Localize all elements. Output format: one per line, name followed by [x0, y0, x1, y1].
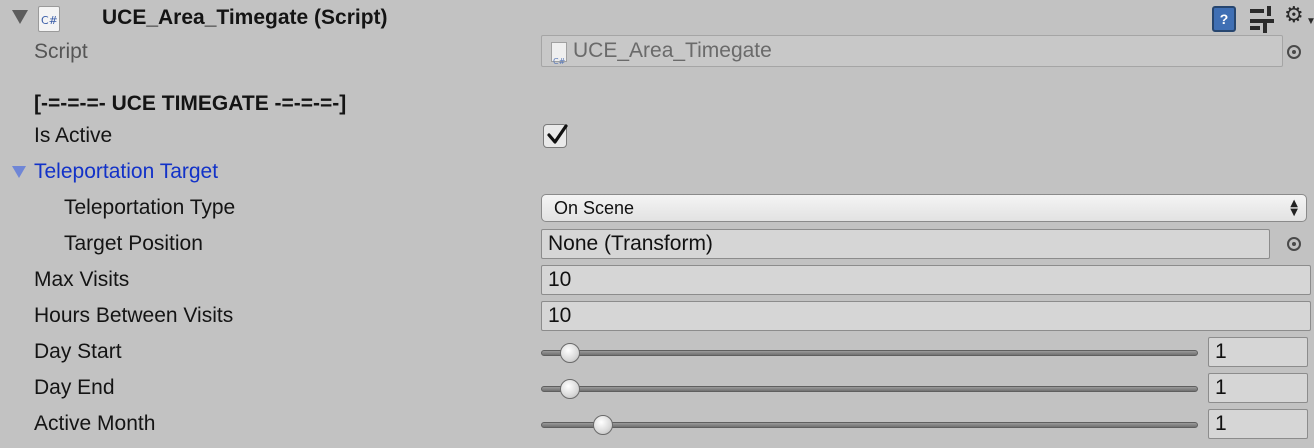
day-end-label: Day End [34, 376, 115, 399]
max-visits-label: Max Visits [34, 268, 130, 291]
day-start-label: Day Start [34, 340, 122, 363]
target-position-label: Target Position [64, 232, 203, 255]
csharp-small-icon-text: C# [553, 57, 566, 66]
teleportation-type-label: Teleportation Type [64, 196, 236, 219]
active-month-slider-track[interactable] [541, 422, 1198, 428]
active-month-field[interactable]: 1 [1208, 409, 1308, 439]
hours-between-visits-label: Hours Between Visits [34, 304, 234, 327]
preset-icon[interactable] [1250, 6, 1274, 33]
csharp-icon-text: C# [41, 14, 58, 27]
teleportation-target-foldout[interactable]: Teleportation Target [34, 160, 218, 184]
script-label: Script [34, 40, 88, 63]
day-start-slider-thumb[interactable] [560, 343, 580, 363]
hours-between-visits-field[interactable]: 10 [541, 301, 1311, 331]
max-visits-field[interactable]: 10 [541, 265, 1311, 295]
teleportation-type-dropdown[interactable]: On Scene ▲ ▼ [541, 194, 1307, 222]
day-end-slider-thumb[interactable] [560, 379, 580, 399]
teleportation-type-value: On Scene [554, 198, 635, 218]
object-picker-icon[interactable] [1287, 45, 1301, 59]
gear-icon[interactable]: ⚙ [1284, 3, 1304, 28]
target-position-field[interactable]: None (Transform) [541, 229, 1270, 259]
dropdown-arrow-icon: ▲ ▼ [1290, 198, 1298, 218]
help-icon[interactable]: ? [1212, 6, 1236, 32]
active-month-slider-thumb[interactable] [593, 415, 613, 435]
active-month-label: Active Month [34, 412, 156, 435]
gear-menu-caret-icon[interactable]: ▼ [1306, 16, 1314, 27]
is-active-checkbox[interactable] [543, 124, 568, 148]
day-start-field[interactable]: 1 [1208, 337, 1308, 367]
section-header: [-=-=-=- UCE TIMEGATE -=-=-=-] [34, 92, 347, 115]
csharp-script-icon: C# [38, 6, 60, 32]
teleport-foldout-arrow-icon[interactable] [12, 166, 26, 178]
checkmark-icon [547, 124, 568, 144]
script-field-value: UCE_Area_Timegate [573, 39, 772, 62]
script-field[interactable]: C# UCE_Area_Timegate [541, 35, 1283, 67]
csharp-script-small-icon: C# [551, 42, 567, 66]
day-start-slider-track[interactable] [541, 350, 1198, 356]
object-picker-icon[interactable] [1287, 237, 1301, 251]
component-title: UCE_Area_Timegate (Script) [102, 6, 388, 29]
is-active-label: Is Active [34, 124, 113, 147]
foldout-arrow-icon[interactable] [12, 10, 28, 24]
component-header: C# UCE_Area_Timegate (Script) ? ⚙ ▼ [0, 0, 1314, 36]
day-end-field[interactable]: 1 [1208, 373, 1308, 403]
day-end-slider-track[interactable] [541, 386, 1198, 392]
